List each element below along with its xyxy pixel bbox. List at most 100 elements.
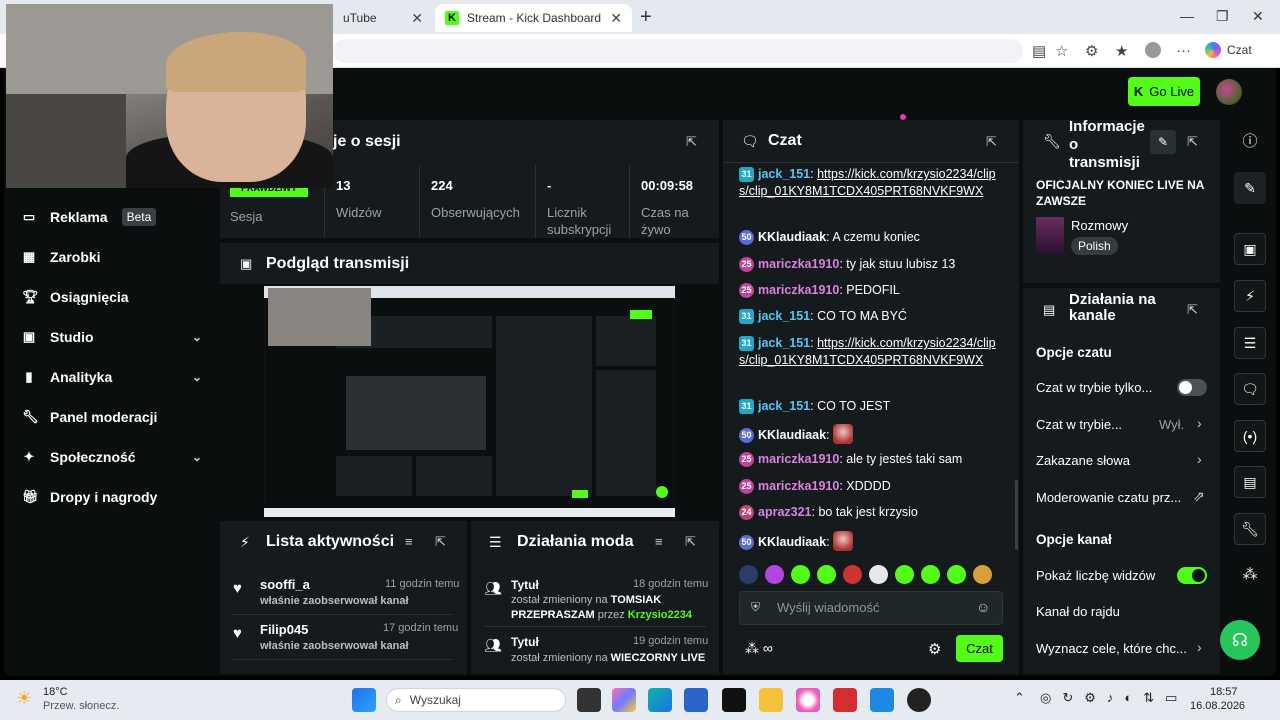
preview-rail-icon[interactable]: ▣ bbox=[1234, 233, 1266, 265]
sidebar-item-analityka[interactable]: ▮ Analityka ⌄ bbox=[22, 365, 202, 389]
popout-icon[interactable]: ⇱ bbox=[685, 534, 696, 550]
emote-icon[interactable] bbox=[739, 565, 758, 584]
info-icon[interactable]: ⓘ bbox=[1234, 130, 1266, 151]
popout-icon[interactable]: ⇱ bbox=[686, 134, 697, 150]
star-icon[interactable]: ☆ bbox=[1055, 42, 1068, 60]
app-icon[interactable] bbox=[833, 688, 857, 712]
channel-icon[interactable]: ▤ bbox=[1234, 466, 1266, 498]
close-icon[interactable]: ✕ bbox=[411, 10, 423, 27]
setting-label[interactable]: Czat w trybie... bbox=[1036, 417, 1122, 432]
minimize-button[interactable]: — bbox=[1180, 8, 1194, 24]
sidebar-item-label: Osiągnięcia bbox=[50, 289, 129, 305]
tab-youtube[interactable]: uTube ✕ bbox=[333, 4, 433, 32]
maximize-button[interactable]: ❐ bbox=[1216, 8, 1229, 25]
chat-scrollbar[interactable] bbox=[1015, 480, 1018, 550]
favorites-icon[interactable]: ★ bbox=[1115, 42, 1128, 60]
popout-icon[interactable]: ⇱ bbox=[435, 534, 446, 550]
chat-username[interactable]: jack_151 bbox=[758, 336, 810, 350]
emote-icon[interactable] bbox=[947, 565, 966, 584]
followers-only-toggle[interactable] bbox=[1177, 379, 1207, 396]
chat-username[interactable]: KKlaudiaak bbox=[758, 230, 826, 244]
community-icon[interactable]: ⁂ bbox=[1234, 565, 1266, 583]
popout-icon[interactable]: ⇱ bbox=[1187, 134, 1198, 150]
setting-label[interactable]: Kanał do rajdu bbox=[1036, 604, 1120, 619]
emote-icon[interactable] bbox=[843, 565, 862, 584]
extensions-icon[interactable]: ⚙ bbox=[1085, 42, 1098, 60]
chat-username[interactable]: jack_151 bbox=[758, 399, 810, 413]
emote-icon[interactable] bbox=[817, 565, 836, 584]
obs-icon[interactable] bbox=[907, 688, 931, 712]
emote-icon[interactable] bbox=[765, 565, 784, 584]
app-icon[interactable] bbox=[870, 688, 894, 712]
popout-icon[interactable]: ⇱ bbox=[986, 134, 997, 150]
emote-icon[interactable] bbox=[869, 565, 888, 584]
go-live-button[interactable]: K Go Live bbox=[1128, 77, 1200, 106]
sidebar-item-spolecznosc[interactable]: ✦ Społeczność ⌄ bbox=[22, 445, 202, 469]
wrench-icon[interactable]: 🔧︎ bbox=[1234, 513, 1266, 545]
sidebar-item-osiagniecia[interactable]: 🏆︎ Osiągnięcia bbox=[22, 285, 202, 309]
windows-start-icon[interactable] bbox=[352, 688, 376, 712]
sidebar-item-reklama[interactable]: ▭ Reklama Beta bbox=[22, 205, 202, 229]
emote-icon[interactable] bbox=[973, 565, 992, 584]
sidebar-item-zarobki[interactable]: ▦ Zarobki bbox=[22, 245, 202, 269]
chat-username[interactable]: KKlaudiaak bbox=[758, 428, 826, 442]
broadcast-icon[interactable]: (•) bbox=[1234, 420, 1266, 452]
chat-username[interactable]: mariczka1910 bbox=[758, 283, 839, 297]
store-icon[interactable] bbox=[684, 688, 708, 712]
category-name[interactable]: Rozmowy bbox=[1071, 218, 1128, 233]
chat-icon[interactable]: 🗨︎ bbox=[1234, 373, 1266, 405]
setting-label[interactable]: Wyznacz cele, które chc... bbox=[1036, 641, 1187, 656]
close-icon[interactable]: ✕ bbox=[610, 10, 622, 27]
gear-icon[interactable]: ⚙ bbox=[928, 640, 941, 658]
tray-chevron-icon[interactable]: ⌃ bbox=[1014, 690, 1025, 706]
edit-button[interactable]: ✎ bbox=[1150, 130, 1176, 154]
copilot-button[interactable]: Czat bbox=[1205, 42, 1252, 58]
activity-user: sooffi_a bbox=[260, 577, 310, 592]
emoji-icon[interactable]: ☺ bbox=[976, 599, 990, 615]
sidebar-item-dropy[interactable]: 🎁︎ Dropy i nagrody bbox=[22, 485, 202, 509]
tray-icons[interactable]: ◎↻⚙♪◐⇅▭ bbox=[1040, 690, 1188, 706]
filter-icon[interactable]: ≡ bbox=[655, 534, 663, 549]
chat-username[interactable]: jack_151 bbox=[758, 167, 810, 181]
popout-icon[interactable]: ⇱ bbox=[1187, 302, 1198, 318]
setting-label[interactable]: Zakazane słowa bbox=[1036, 453, 1130, 468]
pencil-icon[interactable]: ✎ bbox=[1234, 172, 1266, 204]
list-icon[interactable]: ☰ bbox=[1234, 327, 1266, 359]
task-view-icon[interactable] bbox=[577, 688, 601, 712]
show-viewers-toggle[interactable] bbox=[1177, 567, 1207, 584]
reader-icon[interactable]: ▤ bbox=[1032, 42, 1046, 60]
profile-icon[interactable] bbox=[1145, 42, 1161, 58]
support-button[interactable]: ☊ bbox=[1220, 620, 1260, 660]
send-chat-button[interactable]: Czat bbox=[956, 635, 1003, 662]
sidebar-item-studio[interactable]: ▣ Studio ⌄ bbox=[22, 325, 202, 349]
sidebar-item-panel-moderacji[interactable]: 🔧︎ Panel moderacji bbox=[22, 405, 202, 429]
chat-username[interactable]: mariczka1910 bbox=[758, 257, 839, 271]
more-icon[interactable]: ··· bbox=[1176, 42, 1191, 59]
emote-icon[interactable] bbox=[921, 565, 940, 584]
community-icon[interactable]: ⁂ ∞ bbox=[745, 640, 773, 657]
edge-icon[interactable] bbox=[648, 688, 672, 712]
chat-username[interactable]: KKlaudiaak bbox=[758, 535, 826, 549]
filter-icon[interactable]: ≡ bbox=[405, 534, 413, 549]
close-window-button[interactable]: ✕ bbox=[1252, 8, 1264, 25]
copilot-icon[interactable] bbox=[612, 688, 636, 712]
chat-username[interactable]: mariczka1910 bbox=[758, 452, 839, 466]
setting-label[interactable]: Moderowanie czatu prz... bbox=[1036, 490, 1181, 505]
emote-icon[interactable] bbox=[791, 565, 810, 584]
avatar[interactable] bbox=[1216, 79, 1242, 105]
app-icon[interactable] bbox=[796, 688, 820, 712]
new-tab-button[interactable]: + bbox=[640, 6, 652, 29]
chat-username[interactable]: mariczka1910 bbox=[758, 479, 839, 493]
lightning-icon[interactable]: ⚡︎ bbox=[1234, 280, 1266, 312]
taskbar-search[interactable]: ⌕ Wyszukaj bbox=[386, 688, 566, 712]
url-field[interactable] bbox=[333, 39, 1023, 63]
chat-username[interactable]: apraz321 bbox=[758, 505, 812, 519]
emote-icon[interactable] bbox=[895, 565, 914, 584]
chat-username[interactable]: jack_151 bbox=[758, 309, 810, 323]
app-icon[interactable] bbox=[722, 688, 746, 712]
stream-preview[interactable] bbox=[264, 286, 675, 517]
mod-desc-user[interactable]: Krzysio2234 bbox=[628, 609, 692, 621]
folder-icon[interactable] bbox=[759, 688, 783, 712]
tab-kick-dashboard[interactable]: K Stream - Kick Dashboard ✕ bbox=[435, 4, 632, 32]
external-link-icon[interactable]: ⇗ bbox=[1193, 488, 1205, 505]
